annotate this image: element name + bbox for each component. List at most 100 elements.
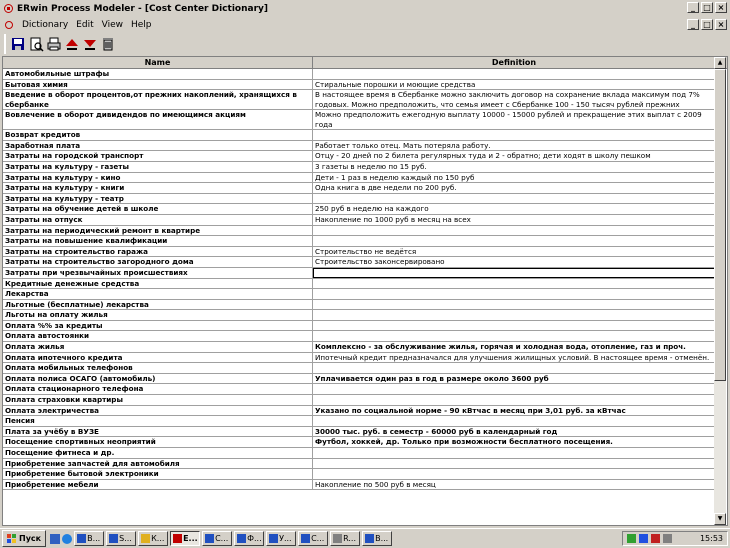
menu-view[interactable]: View	[98, 20, 127, 30]
save-icon[interactable]	[10, 36, 26, 52]
cell-definition[interactable]: 3 газеты в неделю по 15 руб.	[313, 162, 716, 172]
cell-name[interactable]: Оплата стационарного телефона	[3, 384, 313, 395]
cell-definition[interactable]	[313, 384, 716, 394]
table-row[interactable]: Затраты на обучение детей в школе 250 руб…	[3, 204, 716, 215]
cell-definition[interactable]	[313, 300, 716, 310]
cell-definition[interactable]	[313, 194, 716, 204]
taskbar-button[interactable]: С...	[202, 531, 233, 546]
cell-name[interactable]: Затраты на строительство гаража	[3, 246, 313, 257]
menu-help[interactable]: Help	[127, 20, 156, 30]
table-row[interactable]: Оплата %% за кредиты	[3, 320, 716, 332]
cell-name[interactable]: Льготные (бесплатные) лекарства	[3, 299, 313, 310]
cell-name[interactable]: Введение в оборот процентов,от прежних н…	[3, 90, 313, 110]
table-row[interactable]: Кредитные денежные средства	[3, 278, 716, 290]
cell-definition[interactable]	[313, 310, 716, 320]
mdi-close-button[interactable]: ×	[715, 19, 727, 30]
cell-definition[interactable]	[313, 363, 716, 373]
cell-definition[interactable]	[313, 321, 716, 331]
table-row[interactable]: Затраты на культуру - кино Дети - 1 раз в…	[3, 172, 716, 184]
table-row[interactable]: Приобретение бытовой электроники	[3, 469, 716, 480]
cell-name[interactable]: Затраты на культуру - газеты	[3, 161, 313, 172]
cell-definition[interactable]: Отцу - 20 дней по 2 билета регулярных ту…	[313, 151, 716, 161]
scroll-thumb[interactable]	[714, 69, 726, 381]
table-row[interactable]: Затраты на городской транспорт Отцу - 20 …	[3, 151, 716, 162]
tray-language-icon[interactable]	[639, 534, 648, 543]
menu-edit[interactable]: Edit	[72, 20, 97, 30]
table-row[interactable]: Введение в оборот процентов,от прежних н…	[3, 90, 716, 111]
cell-name[interactable]: Посещение фитнеса и др.	[3, 448, 313, 458]
cell-definition[interactable]: Одна книга в две недели по 200 руб.	[313, 183, 716, 193]
cell-definition[interactable]	[313, 226, 716, 236]
table-row[interactable]: Приобретение запчастей для автомобиля	[3, 458, 716, 470]
taskbar-button[interactable]: В...	[74, 531, 105, 546]
minimize-button[interactable]: _	[687, 2, 699, 13]
taskbar-button[interactable]: К...	[138, 531, 169, 546]
cell-name[interactable]: Лекарства	[3, 289, 313, 299]
cell-definition[interactable]: Уплачивается один раз в год в размере ок…	[313, 374, 716, 384]
cell-name[interactable]: Возврат кредитов	[3, 130, 313, 140]
document-icon[interactable]	[3, 19, 15, 31]
cell-definition[interactable]	[313, 459, 716, 469]
taskbar-button[interactable]: R...	[330, 531, 361, 546]
cell-name[interactable]: Оплата электричества	[3, 405, 313, 416]
cell-definition[interactable]: Можно предположить ежегодную выплату 100…	[313, 110, 716, 129]
table-row[interactable]: Затраты на повышение квалификации	[3, 236, 716, 247]
cell-name[interactable]: Затраты на строительство загородного дом…	[3, 257, 313, 267]
cell-name[interactable]: Плата за учёбу в ВУЗЕ	[3, 426, 313, 437]
cell-definition[interactable]: В настоящее время в Сбербанке можно закл…	[313, 90, 716, 109]
cell-name[interactable]: Затраты на культуру - кино	[3, 172, 313, 183]
cell-name[interactable]: Затраты на отпуск	[3, 214, 313, 225]
cell-definition[interactable]	[313, 469, 716, 479]
column-header-name[interactable]: Name	[3, 57, 313, 68]
cell-definition[interactable]	[313, 267, 716, 278]
cell-definition[interactable]	[313, 69, 716, 79]
cell-name[interactable]: Затраты на повышение квалификации	[3, 236, 313, 246]
maximize-button[interactable]: □	[701, 2, 713, 13]
cell-definition[interactable]: Ипотечный кредит предназначался для улуч…	[313, 353, 716, 363]
cell-name[interactable]: Бытовая химия	[3, 79, 313, 90]
cell-name[interactable]: Оплата полиса ОСАГО (автомобиль)	[3, 373, 313, 384]
tray-network-icon[interactable]	[627, 534, 636, 543]
cell-definition[interactable]	[313, 130, 716, 140]
table-row[interactable]: Затраты на строительство загородного дом…	[3, 257, 716, 268]
cell-name[interactable]: Оплата страховки квартиры	[3, 395, 313, 405]
tray-antivirus-icon[interactable]	[651, 534, 660, 543]
cell-definition[interactable]: 30000 тыс. руб. в семестр - 60000 руб в …	[313, 427, 716, 437]
table-row[interactable]: Затраты на отпуск Накопление по 1000 руб …	[3, 214, 716, 226]
scroll-down-arrow-icon[interactable]: ▼	[714, 513, 726, 525]
cell-definition[interactable]: Футбол, хоккей, др. Только при возможнос…	[313, 437, 716, 447]
ie-icon[interactable]	[62, 533, 73, 544]
mdi-restore-button[interactable]: □	[701, 19, 713, 30]
table-row[interactable]: Оплата жилья Комплексно - за обслуживание…	[3, 342, 716, 353]
cell-name[interactable]: Льготы на оплату жилья	[3, 310, 313, 320]
table-row[interactable]: Посещение спортивных неоприятий Футбол, х…	[3, 437, 716, 448]
cell-name[interactable]: Кредитные денежные средства	[3, 278, 313, 289]
table-row[interactable]: Приобретение мебели Накопление по 500 руб…	[3, 479, 716, 491]
cell-definition[interactable]: Строительство законсервировано	[313, 257, 716, 267]
table-row[interactable]: Оплата автостоянки	[3, 331, 716, 343]
table-row[interactable]: Автомобильные штрафы	[3, 69, 716, 80]
cell-name[interactable]: Пенсия	[3, 416, 313, 426]
table-row[interactable]: Возврат кредитов	[3, 130, 716, 141]
taskbar-button[interactable]: С...	[298, 531, 329, 546]
cell-definition[interactable]	[313, 416, 716, 426]
cell-name[interactable]: Приобретение запчастей для автомобиля	[3, 458, 313, 469]
cell-name[interactable]: Приобретение бытовой электроники	[3, 469, 313, 479]
mdi-minimize-button[interactable]: _	[687, 19, 699, 30]
desktop-icon[interactable]	[50, 533, 61, 544]
table-row[interactable]: Затраты при чрезвычайных происшествиях	[3, 267, 716, 279]
table-row[interactable]: Затраты на культуру - театр	[3, 193, 716, 205]
tray-volume-icon[interactable]	[663, 534, 672, 543]
cell-definition[interactable]: 250 руб в неделю на каждого	[313, 204, 716, 214]
table-row[interactable]: Заработная плата Работает только отец. Ма…	[3, 140, 716, 152]
cell-name[interactable]: Оплата %% за кредиты	[3, 320, 313, 331]
table-row[interactable]: Вовлечение в оборот дивидендов по имеющи…	[3, 110, 716, 131]
cell-name[interactable]: Оплата автостоянки	[3, 331, 313, 342]
table-row[interactable]: Льготы на оплату жилья	[3, 310, 716, 321]
cell-name[interactable]: Затраты на культуру - театр	[3, 193, 313, 204]
cell-definition[interactable]	[313, 331, 716, 341]
cell-name[interactable]: Заработная плата	[3, 140, 313, 151]
print-preview-icon[interactable]	[28, 36, 44, 52]
scroll-up-arrow-icon[interactable]: ▲	[714, 57, 726, 69]
cell-name[interactable]: Посещение спортивных неоприятий	[3, 437, 313, 447]
